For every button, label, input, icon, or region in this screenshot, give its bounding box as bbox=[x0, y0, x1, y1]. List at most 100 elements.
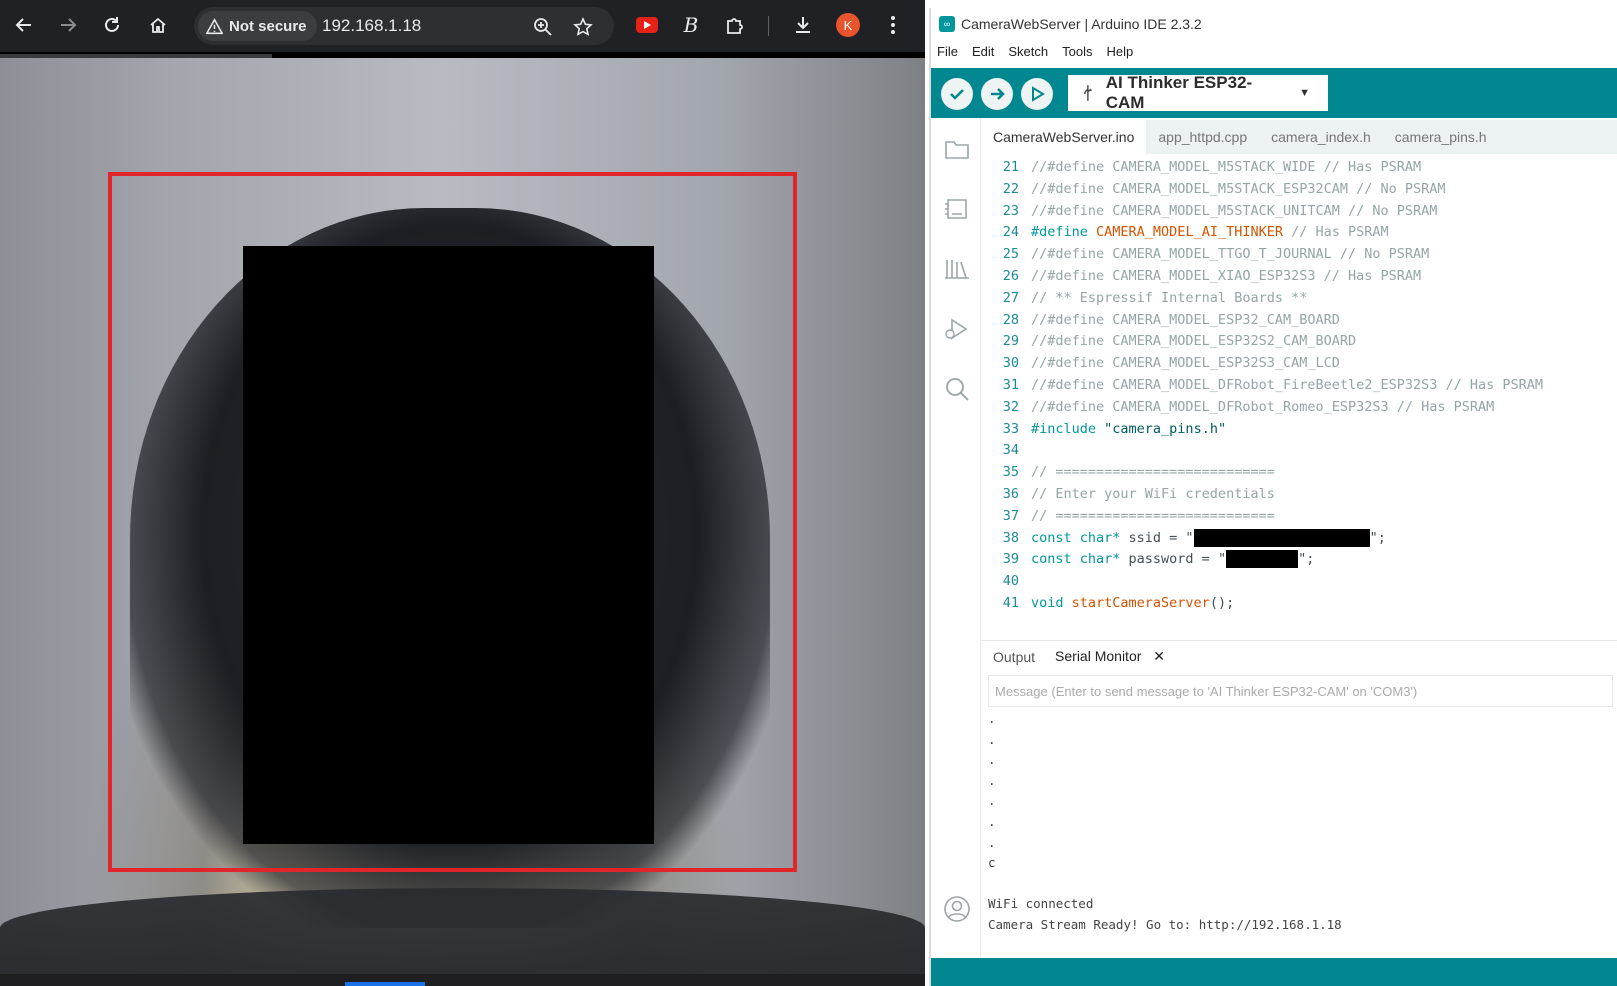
status-bar bbox=[931, 958, 1617, 986]
line-number: 27 bbox=[1002, 289, 1019, 306]
warning-icon bbox=[206, 17, 223, 34]
user-icon bbox=[944, 896, 970, 922]
code-line: 22 //#define CAMERA_MODEL_M5STACK_ESP32CA… bbox=[981, 178, 1617, 200]
downloads-button[interactable] bbox=[790, 12, 816, 38]
serial-message-input[interactable]: Message (Enter to send message to 'AI Th… bbox=[988, 675, 1613, 707]
line-number: 24 bbox=[1002, 224, 1019, 241]
code-text: // Enter your WiFi credentials bbox=[1031, 486, 1275, 502]
credential-redaction bbox=[1226, 550, 1299, 569]
tab-app-httpd[interactable]: app_httpd.cpp bbox=[1146, 120, 1259, 154]
serial-line: . bbox=[988, 711, 996, 726]
debugger-button[interactable] bbox=[942, 314, 972, 344]
library-manager-button[interactable] bbox=[942, 254, 972, 284]
code-text: //#define CAMERA_MODEL_TTGO_T_JOURNAL //… bbox=[1031, 246, 1430, 263]
download-icon bbox=[796, 17, 810, 33]
line-number: 23 bbox=[1002, 202, 1019, 219]
debug-button[interactable] bbox=[1021, 78, 1053, 110]
serial-output: ....... c WiFi connected Camera Stream Read… bbox=[988, 711, 1613, 951]
board-icon bbox=[945, 199, 967, 219]
menu-bar: File Edit Sketch Tools Help bbox=[931, 44, 1133, 64]
reload-icon bbox=[105, 17, 119, 32]
tab-camera-pins[interactable]: camera_pins.h bbox=[1383, 120, 1499, 154]
puzzle-icon bbox=[727, 18, 743, 34]
menu-tools[interactable]: Tools bbox=[1062, 44, 1092, 64]
code-line: 30 //#define CAMERA_MODEL_ESP32S3_CAM_LCD bbox=[981, 352, 1617, 374]
line-number: 31 bbox=[1002, 377, 1019, 393]
zoom-icon bbox=[534, 18, 552, 36]
upload-button[interactable] bbox=[981, 78, 1013, 110]
library-icon bbox=[945, 260, 969, 279]
youtube-icon bbox=[636, 17, 658, 33]
line-number: 37 bbox=[1002, 507, 1019, 524]
youtube-extension-button[interactable] bbox=[634, 12, 660, 38]
back-button[interactable] bbox=[10, 11, 38, 39]
code-line: 29 //#define CAMERA_MODEL_ESP32S2_CAM_BOA… bbox=[981, 330, 1617, 352]
line-number: 21 bbox=[1002, 159, 1019, 175]
line-number: 34 bbox=[1002, 442, 1019, 459]
code-line: 38 const char* ssid = " "; bbox=[981, 527, 1617, 549]
line-number: 25 bbox=[1002, 246, 1019, 263]
menu-file[interactable]: File bbox=[937, 44, 958, 64]
code-text: void startCameraServer(); bbox=[1031, 595, 1235, 611]
extensions-button[interactable] bbox=[722, 12, 748, 38]
account-button[interactable] bbox=[942, 894, 972, 924]
boards-manager-button[interactable] bbox=[942, 194, 972, 224]
line-number: 28 bbox=[1002, 311, 1019, 328]
code-text: const char* ssid = " "; bbox=[1031, 528, 1386, 547]
forward-button[interactable] bbox=[54, 11, 82, 39]
tab-camera-index[interactable]: camera_index.h bbox=[1259, 120, 1383, 154]
line-number: 32 bbox=[1002, 398, 1019, 415]
tab-camerawebserver[interactable]: CameraWebServer.ino bbox=[981, 120, 1147, 154]
sketchbook-button[interactable] bbox=[942, 134, 972, 164]
menu-edit[interactable]: Edit bbox=[972, 44, 994, 64]
debug-play-icon bbox=[945, 318, 968, 340]
verify-button[interactable] bbox=[941, 78, 973, 110]
code-line: 24 #define CAMERA_MODEL_AI_THINKER // Has… bbox=[981, 221, 1617, 243]
address-bar[interactable]: Not secure 192.168.1.18 bbox=[194, 7, 614, 45]
browser-toolbar: Not secure 192.168.1.18 B K bbox=[0, 0, 925, 52]
serial-line: . bbox=[988, 752, 996, 768]
tab-serial-monitor[interactable]: Serial Monitor ✕ bbox=[1055, 648, 1165, 665]
code-text: #include "camera_pins.h" bbox=[1031, 420, 1227, 437]
code-editor[interactable]: 21 //#define CAMERA_MODEL_M5STACK_WIDE //… bbox=[981, 154, 1617, 638]
line-number: 38 bbox=[1002, 529, 1019, 546]
serial-line: . bbox=[988, 731, 996, 747]
person-shoulders bbox=[0, 888, 925, 974]
debug-icon bbox=[1032, 86, 1045, 102]
menu-help[interactable]: Help bbox=[1106, 44, 1133, 64]
menu-button[interactable] bbox=[880, 12, 906, 38]
code-text: // =========================== bbox=[1031, 507, 1275, 524]
profile-avatar[interactable]: K bbox=[836, 13, 860, 37]
extension-b-button[interactable]: B bbox=[678, 12, 704, 38]
window-title: CameraWebServer | Arduino IDE 2.3.2 bbox=[961, 16, 1202, 32]
search-button[interactable] bbox=[942, 374, 972, 404]
board-selector[interactable]: AI Thinker ESP32-CAM ▼ bbox=[1068, 73, 1328, 112]
bookmark-button[interactable] bbox=[572, 16, 594, 38]
home-button[interactable] bbox=[144, 11, 172, 39]
url-text[interactable]: 192.168.1.18 bbox=[322, 16, 421, 36]
code-line: 32 //#define CAMERA_MODEL_DFRobot_Romeo_E… bbox=[981, 396, 1617, 418]
bottom-panel-tabs: Output Serial Monitor ✕ bbox=[981, 640, 1617, 672]
code-text: //#define CAMERA_MODEL_M5STACK_ESP32CAM … bbox=[1031, 180, 1446, 197]
activity-sidebar bbox=[931, 118, 981, 958]
browser-window: Not secure 192.168.1.18 B K bbox=[0, 0, 925, 986]
tab-output[interactable]: Output bbox=[993, 649, 1035, 665]
serial-line: . bbox=[988, 834, 996, 850]
line-number: 35 bbox=[1002, 464, 1019, 481]
home-icon bbox=[150, 17, 166, 33]
serial-line: . bbox=[988, 772, 996, 788]
line-number: 22 bbox=[1002, 180, 1019, 197]
code-line: 35 // =========================== bbox=[981, 461, 1617, 483]
code-text: //#define CAMERA_MODEL_M5STACK_WIDE // H… bbox=[1031, 159, 1422, 175]
arduino-ide-window: ∞ CameraWebServer | Arduino IDE 2.3.2 Fi… bbox=[929, 8, 1617, 986]
zoom-button[interactable] bbox=[532, 16, 554, 38]
security-chip[interactable]: Not secure bbox=[198, 11, 317, 41]
code-text: //#define CAMERA_MODEL_ESP32S2_CAM_BOARD bbox=[1031, 333, 1357, 350]
reload-button[interactable] bbox=[98, 11, 126, 39]
line-number: 26 bbox=[1002, 268, 1019, 284]
code-text: // =========================== bbox=[1031, 464, 1275, 481]
close-icon[interactable]: ✕ bbox=[1153, 648, 1165, 664]
code-text: #define CAMERA_MODEL_AI_THINKER // Has P… bbox=[1031, 224, 1389, 241]
code-line: 39 const char* password = " "; bbox=[981, 548, 1617, 570]
menu-sketch[interactable]: Sketch bbox=[1008, 44, 1048, 64]
